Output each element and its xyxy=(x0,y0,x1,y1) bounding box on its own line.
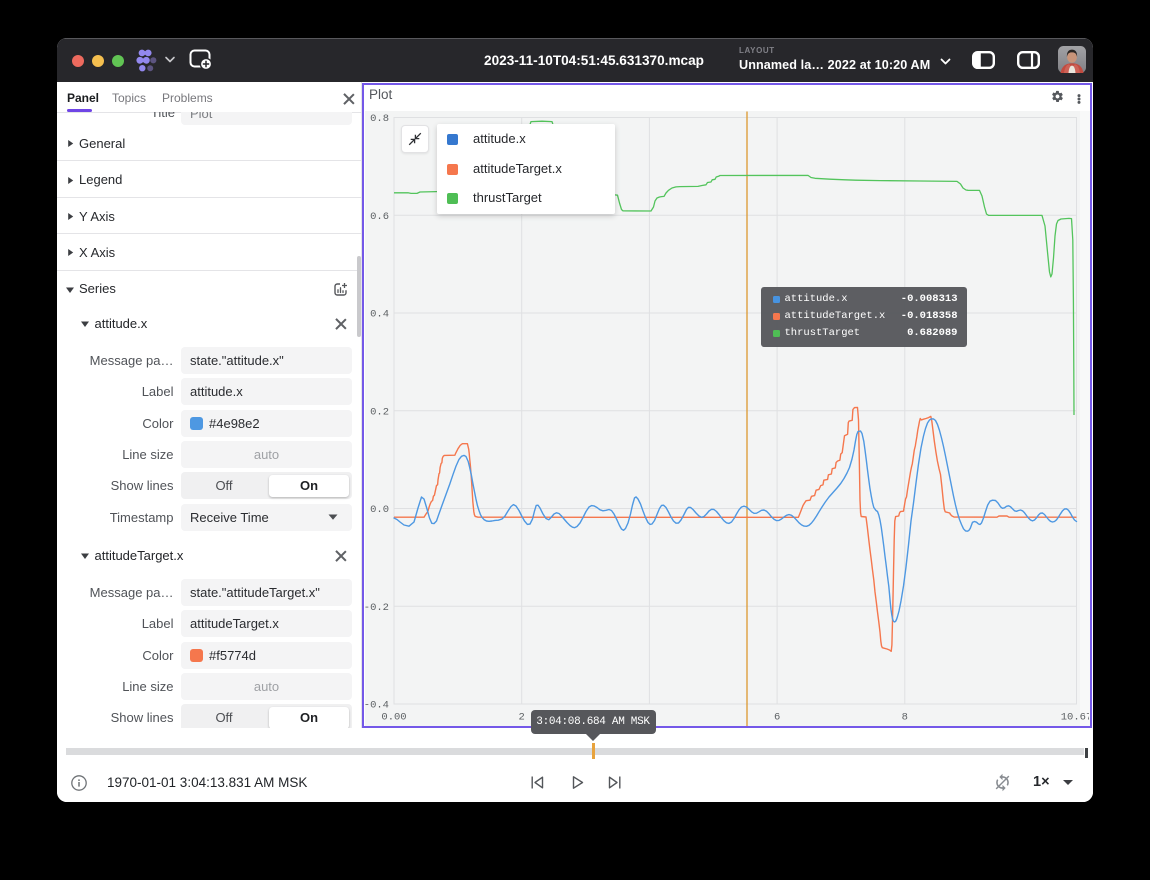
svg-text:-0.2: -0.2 xyxy=(365,602,389,614)
svg-text:0.2: 0.2 xyxy=(370,406,389,418)
svg-text:0.00: 0.00 xyxy=(381,712,406,724)
svg-text:0.0: 0.0 xyxy=(370,504,389,516)
svg-text:-0.4: -0.4 xyxy=(365,700,389,712)
svg-text:0.6: 0.6 xyxy=(370,211,389,223)
svg-text:6: 6 xyxy=(774,712,780,724)
svg-text:8: 8 xyxy=(902,712,908,724)
svg-text:10.67: 10.67 xyxy=(1061,712,1089,724)
svg-text:2: 2 xyxy=(519,712,525,724)
svg-text:0.8: 0.8 xyxy=(370,113,389,125)
svg-text:0.4: 0.4 xyxy=(370,309,389,321)
